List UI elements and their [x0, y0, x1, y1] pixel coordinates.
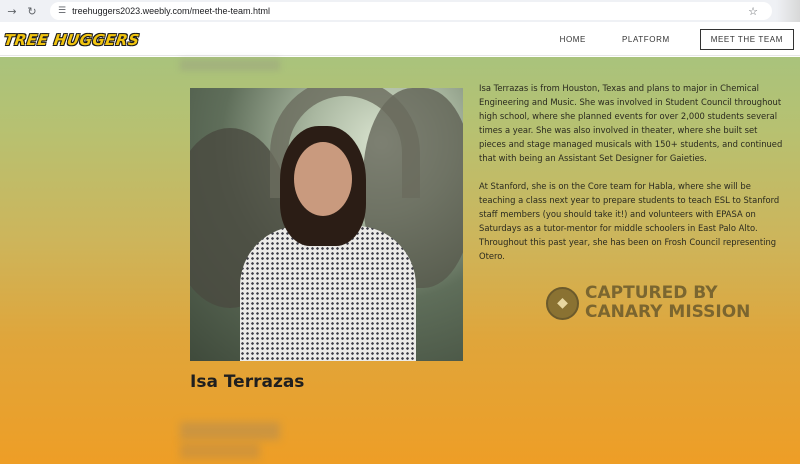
main-nav: HOME PLATFORM MEET THE TEAM: [524, 29, 794, 50]
member-photo: [190, 88, 463, 361]
redacted-block: [180, 422, 280, 440]
reload-icon[interactable]: ↻: [24, 3, 40, 19]
address-bar[interactable]: ☰ treehuggers2023.weebly.com/meet-the-te…: [50, 2, 772, 20]
back-icon[interactable]: →: [4, 3, 20, 19]
browser-toolbar: → ↻ ☰ treehuggers2023.weebly.com/meet-th…: [0, 0, 800, 22]
watermark: ◆ CAPTURED BY CANARY MISSION: [546, 284, 750, 322]
site-header: TREE HUGGERS HOME PLATFORM MEET THE TEAM: [0, 22, 800, 56]
profile-area[interactable]: [776, 0, 800, 22]
nav-platform[interactable]: PLATFORM: [622, 35, 670, 44]
redacted-block: [180, 443, 260, 459]
bio-paragraph: Isa Terrazas is from Houston, Texas and …: [479, 83, 783, 163]
site-settings-icon[interactable]: ☰: [58, 6, 66, 16]
watermark-text: CAPTURED BY CANARY MISSION: [585, 283, 751, 322]
member-bio: Isa Terrazas is from Houston, Texas and …: [479, 81, 784, 277]
site-logo[interactable]: TREE HUGGERS: [3, 31, 141, 49]
bookmark-star-icon[interactable]: ☆: [748, 5, 758, 18]
member-name: Isa Terrazas: [190, 372, 305, 392]
redacted-block: [180, 59, 280, 71]
bio-paragraph: At Stanford, she is on the Core team for…: [479, 181, 780, 261]
canary-seal-icon: ◆: [546, 286, 579, 320]
nav-meet-the-team[interactable]: MEET THE TEAM: [699, 29, 794, 50]
page-content: Isa Terrazas is from Houston, Texas and …: [0, 57, 800, 464]
url-text[interactable]: treehuggers2023.weebly.com/meet-the-team…: [72, 6, 270, 16]
nav-home[interactable]: HOME: [560, 35, 586, 44]
